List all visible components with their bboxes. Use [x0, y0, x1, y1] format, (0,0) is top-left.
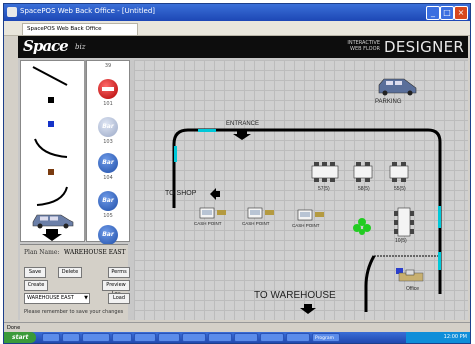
shape-palette: [20, 60, 85, 242]
maximize-button[interactable]: □: [440, 6, 454, 20]
cash-point-icon: [297, 209, 324, 221]
office-label: Office: [406, 286, 419, 292]
chevron-down-icon: ▼: [84, 295, 88, 301]
palette-number: 101: [103, 101, 113, 107]
palette-number: 105: [103, 213, 113, 219]
icon-palette: 39 101 Bar 103 Bar 104 Bar 105 Bar: [86, 60, 130, 245]
save-button[interactable]: Save: [24, 267, 46, 278]
taskbar-button[interactable]: Program: [312, 333, 340, 342]
taskbar-button[interactable]: [260, 333, 284, 342]
tab-bar: SpacePOS Web Back Office: [4, 21, 470, 36]
plan-form: Plan Name: WAREHOUSE EAST Save Delete Pe…: [20, 244, 130, 321]
parking-label: PARKING: [375, 99, 402, 105]
window-title: SpacePOS Web Back Office - [Untitled]: [20, 7, 155, 15]
create-button[interactable]: Create: [24, 280, 48, 291]
delete-button[interactable]: Delete: [58, 267, 82, 278]
to-warehouse-arrow-icon: [300, 304, 316, 314]
floor-canvas[interactable]: ENTRANCE PARKING TO SHOP TO WAREHOUSE Of…: [134, 60, 468, 320]
space-logo: Space: [23, 37, 69, 55]
taskbar-button[interactable]: [234, 333, 258, 342]
table-group: [353, 162, 373, 182]
curve-wall-tool[interactable]: [23, 137, 81, 159]
diagonal-wall-tool[interactable]: [23, 65, 81, 87]
bar-icon[interactable]: Bar: [98, 225, 118, 245]
cash-point-label: CASH POINT: [242, 221, 270, 226]
no-entry-icon[interactable]: [98, 79, 118, 99]
palette-number: 39: [104, 63, 112, 69]
bar-icon[interactable]: Bar: [98, 191, 118, 211]
taskbar-button[interactable]: [182, 333, 206, 342]
door: [174, 146, 177, 162]
table-label: 10(5): [395, 238, 407, 244]
close-button[interactable]: ×: [454, 6, 468, 20]
header-subtitle: INTERACTIVE WEB FLOOR: [347, 40, 380, 52]
header-title: DESIGNER: [384, 38, 465, 56]
app-header: Space biz INTERACTIVE WEB FLOOR DESIGNER: [18, 36, 468, 58]
perms-button[interactable]: Perms: [108, 267, 130, 278]
parking-car-icon: [378, 78, 417, 96]
title-bar: SpacePOS Web Back Office - [Untitled] _ …: [4, 4, 470, 21]
brown-square-tool[interactable]: [23, 161, 81, 183]
minimize-button[interactable]: _: [426, 6, 440, 20]
cash-point-icon: [247, 207, 274, 219]
blue-square-tool[interactable]: [23, 113, 81, 135]
taskbar-button[interactable]: [286, 333, 310, 342]
taskbar-button[interactable]: [62, 333, 80, 342]
cash-point-icon: [199, 207, 226, 219]
taskbar-button[interactable]: [208, 333, 232, 342]
warehouse-wall: [364, 255, 376, 312]
table-label: 55(5): [394, 186, 406, 192]
office-desk-icon: [396, 268, 424, 282]
to-warehouse-label: TO WAREHOUSE: [254, 290, 336, 301]
entrance-label: ENTRANCE: [226, 121, 260, 127]
browser-window: SpacePOS Web Back Office - [Untitled] _ …: [3, 3, 471, 344]
door: [438, 252, 441, 270]
table-label: 58(5): [358, 186, 370, 192]
palette-number: 104: [103, 175, 113, 181]
to-shop-label: TO SHOP: [165, 190, 197, 197]
table-group: [311, 162, 339, 182]
car-icon[interactable]: [23, 207, 81, 229]
table-label: 57(5): [318, 186, 330, 192]
bar-icon[interactable]: Bar: [98, 153, 118, 173]
logo-suffix: biz: [75, 43, 86, 51]
cash-point-label: CASH POINT: [194, 221, 222, 226]
taskbar: start Program 12:00 PM: [4, 332, 470, 343]
taskbar-button[interactable]: [134, 333, 156, 342]
start-button[interactable]: start: [4, 332, 36, 343]
clock: 12:00 PM: [443, 334, 467, 340]
app-icon: [7, 7, 17, 17]
to-shop-arrow-icon: [210, 188, 220, 200]
plan-select[interactable]: WAREHOUSE EAST ▼: [24, 293, 90, 304]
taskbar-button[interactable]: [42, 333, 60, 342]
save-hint: Please remember to save your changes: [24, 309, 124, 315]
arc-wall-tool[interactable]: [23, 185, 81, 207]
taskbar-button[interactable]: [112, 333, 132, 342]
taskbar-button[interactable]: [158, 333, 180, 342]
floor-designer-app: Space biz INTERACTIVE WEB FLOOR DESIGNER: [18, 36, 468, 321]
preview-layout-button[interactable]: Preview Lay: [102, 280, 130, 297]
cash-point-label: CASH POINT: [292, 223, 320, 228]
black-square-tool[interactable]: [23, 89, 81, 111]
table-group: [389, 162, 409, 182]
plant-icon: [353, 218, 371, 235]
door: [198, 129, 216, 132]
browser-tab[interactable]: SpacePOS Web Back Office: [22, 23, 138, 35]
plan-name-value: WAREHOUSE EAST: [64, 249, 126, 256]
taskbar-button[interactable]: [82, 333, 110, 342]
bar-icon-disabled[interactable]: Bar: [98, 117, 118, 137]
load-button[interactable]: Load: [108, 293, 130, 304]
table-group: [394, 207, 414, 237]
plan-name-label: Plan Name:: [24, 249, 60, 256]
palette-number: 103: [103, 139, 113, 145]
door: [438, 206, 441, 228]
